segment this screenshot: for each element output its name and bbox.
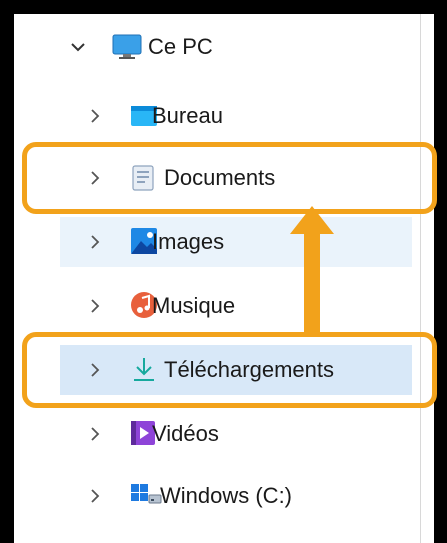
windows-drive-icon [130,482,162,506]
tree-item-label: Musique [152,293,236,318]
tree-item-label: Images [152,229,225,254]
arrow-up-icon [290,206,334,332]
chevron-right-icon[interactable] [88,489,102,503]
tree-item-label: Bureau [152,103,223,128]
highlight-telechargements [22,332,437,408]
chevron-right-icon[interactable] [88,235,102,249]
navigation-pane-scrollbar[interactable] [420,14,434,543]
tree-item-label: Windows (C:) [160,483,293,508]
chevron-right-icon[interactable] [88,109,102,123]
tree-root-ce-pc[interactable]: Ce PC [60,22,412,72]
chevron-right-icon[interactable] [88,299,102,313]
chevron-right-icon[interactable] [88,427,102,441]
tree-item-images[interactable]: Images [60,217,412,267]
monitor-icon [112,34,142,65]
tree-item-bureau[interactable]: Bureau [60,91,412,141]
tree-item-label: Vidéos [152,421,219,446]
tree-root-label: Ce PC [148,34,213,59]
chevron-down-icon[interactable] [70,40,86,58]
tree-item-musique[interactable]: Musique [60,281,412,331]
highlight-documents [22,142,437,214]
tree-item-windows-c[interactable]: Windows (C:) [60,471,412,521]
tree-item-videos[interactable]: Vidéos [60,409,412,459]
